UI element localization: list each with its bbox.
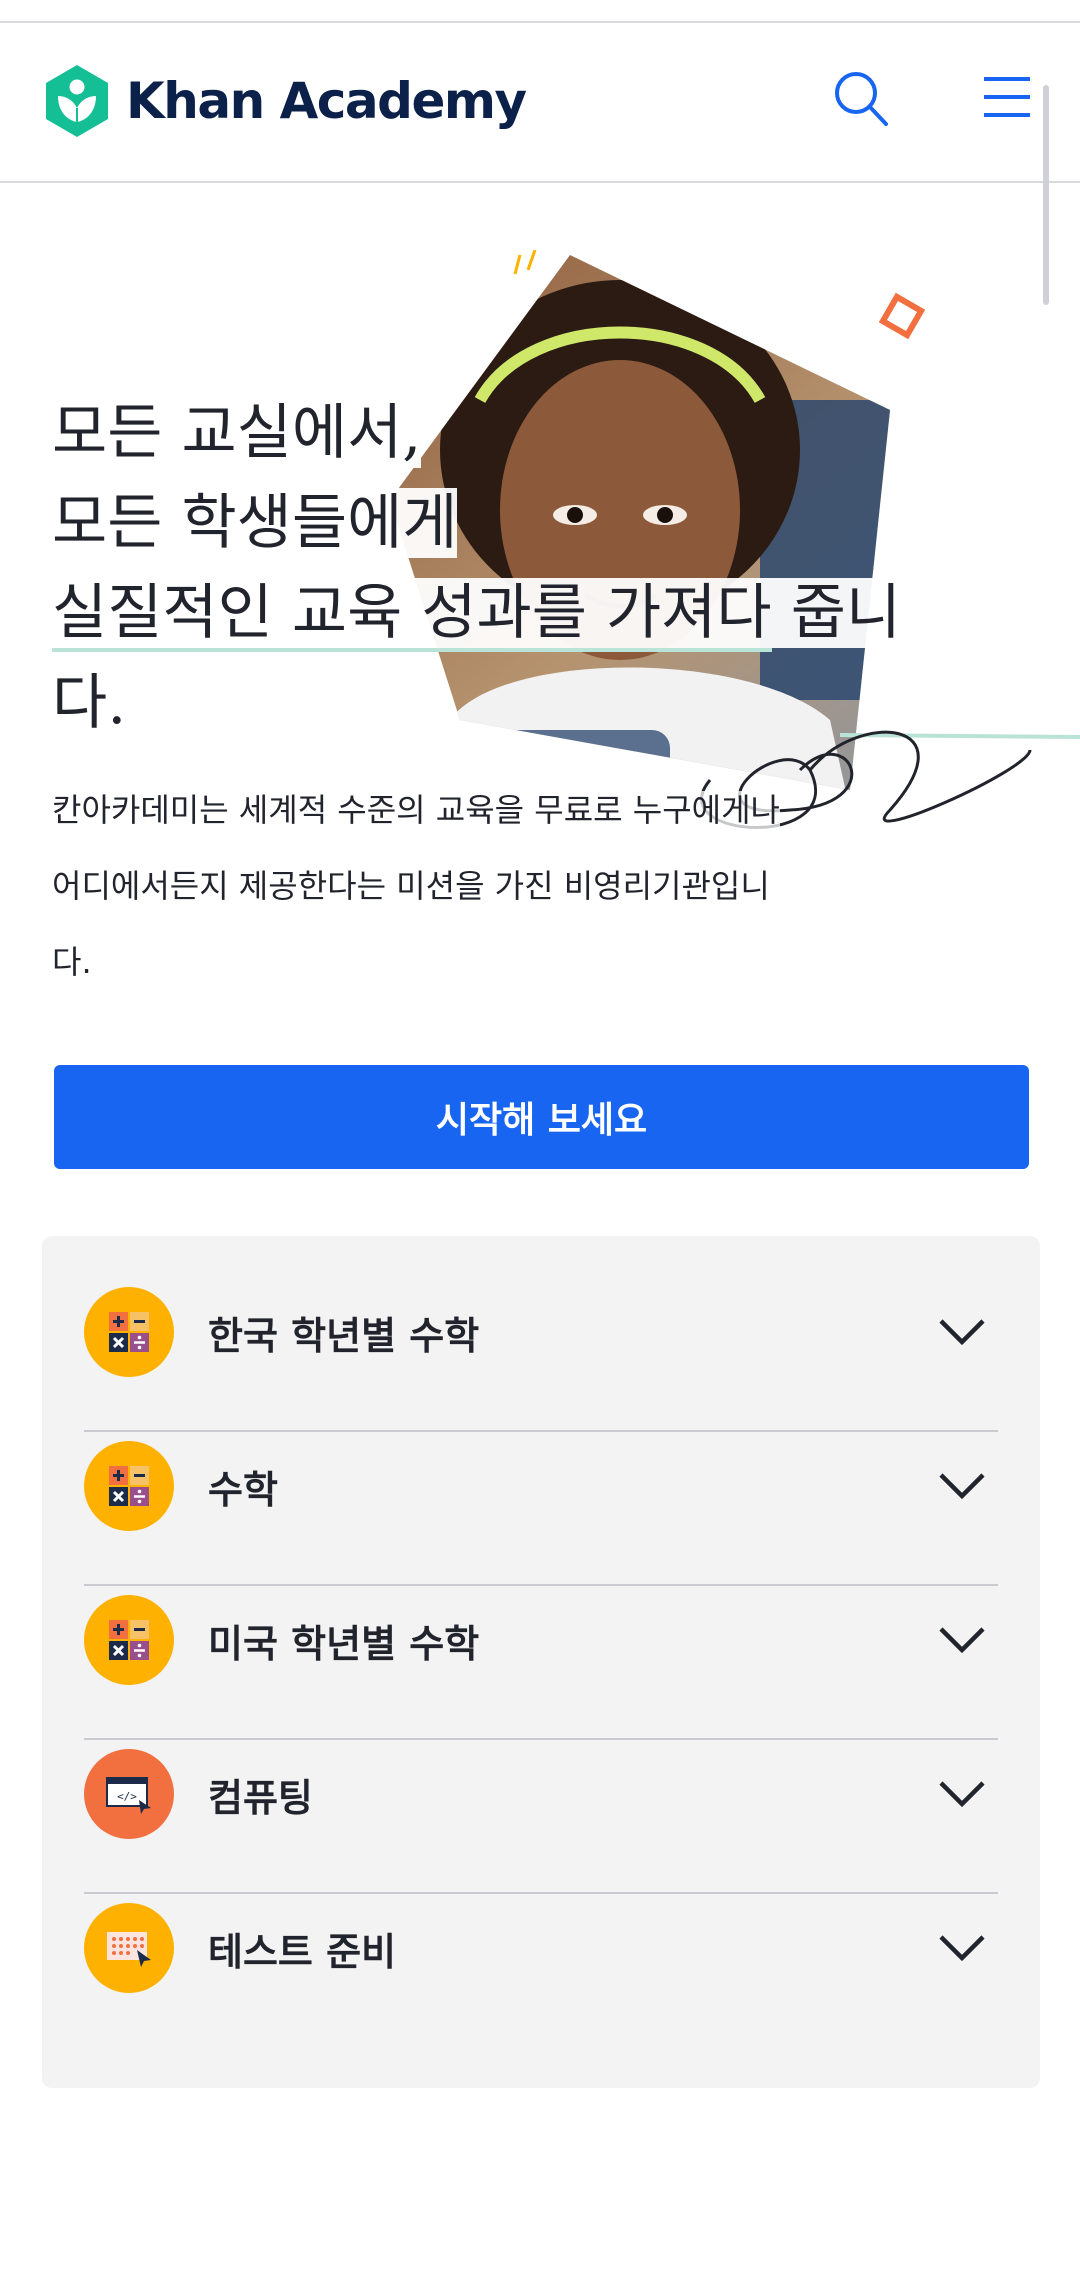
math-symbols-icon	[84, 1287, 174, 1377]
headline-line-2: 모든 학생들에게	[52, 488, 458, 558]
site-header: Khan Academy	[0, 23, 1080, 183]
subject-label: 수학	[208, 1467, 278, 1512]
subjects-accordion: 한국 학년별 수학 수학 미국 학년별 수학 </> 컴퓨팅 테스트 준비	[42, 1236, 1040, 2088]
subject-row-us-math[interactable]: 미국 학년별 수학	[84, 1564, 998, 1716]
chevron-down-icon	[939, 1935, 985, 1962]
headline-line-1: 모든 교실에서,	[52, 398, 422, 468]
subject-label: 한국 학년별 수학	[208, 1313, 480, 1358]
subject-row-korea-math[interactable]: 한국 학년별 수학	[84, 1256, 998, 1408]
subject-row-math[interactable]: 수학	[84, 1410, 998, 1562]
khan-academy-logo[interactable]: Khan Academy	[42, 63, 527, 139]
headline-line-3-underlined: 실질적인 교육 성과를 가져다	[52, 578, 772, 652]
chevron-down-icon	[939, 1781, 985, 1808]
hero-description: 칸아카데미는 세계적 수준의 교육을 무료로 누구에게나 어디에서든지 제공한다…	[52, 772, 882, 1000]
status-strip	[0, 0, 1080, 23]
math-symbols-icon	[84, 1441, 174, 1531]
description-line-3: 다.	[52, 943, 92, 981]
chevron-down-icon	[939, 1473, 985, 1500]
subject-label: 컴퓨팅	[208, 1775, 313, 1820]
subject-row-computing[interactable]: </> 컴퓨팅	[84, 1718, 998, 1870]
subject-label: 미국 학년별 수학	[208, 1621, 480, 1666]
subject-label: 테스트 준비	[208, 1929, 397, 1974]
hero-headline: 모든 교실에서, 모든 학생들에게 실질적인 교육 성과를 가져다 줍니 다.	[52, 388, 982, 748]
subject-row-test-prep[interactable]: 테스트 준비	[84, 1872, 998, 2024]
brand-name: Khan Academy	[126, 72, 527, 130]
khan-leaf-logo-icon	[46, 65, 108, 137]
description-line-1: 칸아카데미는 세계적 수준의 교육을 무료로 누구에게나	[52, 791, 780, 829]
hamburger-menu-icon[interactable]	[982, 75, 1032, 119]
page: Khan Academy 모든 교실에서, 모든 학생들에게 실질적인 교육 성…	[0, 0, 1080, 2269]
headline-line-3-tail: 줍니	[771, 578, 902, 648]
math-symbols-icon	[84, 1595, 174, 1685]
get-started-button[interactable]: 시작해 보세요	[54, 1065, 1029, 1169]
chevron-down-icon	[939, 1627, 985, 1654]
search-icon[interactable]	[832, 69, 890, 129]
svg-text:</>: </>	[117, 1790, 137, 1803]
test-grid-icon	[84, 1903, 174, 1993]
code-window-icon: </>	[84, 1749, 174, 1839]
headline-line-4: 다.	[52, 668, 127, 738]
chevron-down-icon	[939, 1319, 985, 1346]
description-line-2: 어디에서든지 제공한다는 미션을 가진 비영리기관입니	[52, 867, 770, 905]
